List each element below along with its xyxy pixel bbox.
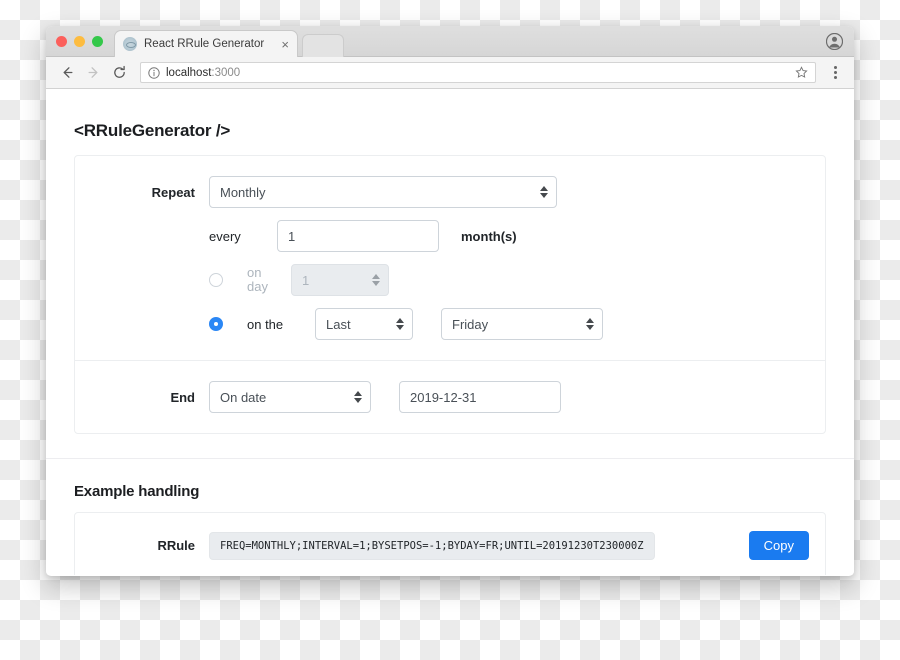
forward-arrow-icon [82, 62, 104, 84]
minimize-window-button[interactable] [74, 36, 85, 47]
site-info-icon[interactable] [148, 66, 160, 79]
address-bar[interactable]: localhost :3000 [140, 62, 816, 83]
repeat-label: Repeat [151, 184, 195, 200]
close-tab-icon[interactable]: × [279, 38, 291, 51]
on-the-position-value: Last [326, 316, 351, 332]
on-day-row: on day 1 [75, 258, 825, 302]
end-row: End On date 2019-12-31 [75, 375, 825, 419]
on-day-label-line1: on [247, 265, 262, 280]
on-the-radio[interactable] [209, 317, 223, 331]
profile-avatar-icon[interactable] [825, 32, 844, 51]
back-arrow-icon[interactable] [56, 62, 78, 84]
on-the-weekday-value: Friday [452, 316, 489, 332]
bookmark-star-icon[interactable] [795, 66, 808, 79]
end-label: End [170, 389, 195, 405]
on-day-label: on day [247, 266, 291, 294]
repeat-section: Repeat Monthly every 1 month(s) on day 1… [75, 156, 825, 360]
close-window-button[interactable] [56, 36, 67, 47]
end-date-input[interactable]: 2019-12-31 [399, 381, 561, 413]
page-viewport: <RRuleGenerator /> Repeat Monthly every … [46, 89, 854, 575]
three-dot-menu-icon[interactable] [826, 62, 844, 84]
repeat-row: Repeat Monthly [75, 170, 825, 214]
example-handling-card: RRule FREQ=MONTHLY;INTERVAL=1;BYSETPOS=-… [74, 512, 826, 575]
example-handling-title: Example handling [74, 483, 200, 500]
reload-icon[interactable] [108, 62, 130, 84]
on-day-label-line2: day [247, 279, 268, 294]
browser-tab-active[interactable]: React RRule Generator × [114, 30, 298, 57]
maximize-window-button[interactable] [92, 36, 103, 47]
copy-button[interactable]: Copy [748, 531, 809, 560]
new-tab-stub[interactable] [302, 34, 344, 57]
on-day-number-input: 1 [291, 264, 389, 296]
on-the-label: on the [247, 316, 284, 332]
interval-input[interactable]: 1 [277, 220, 439, 252]
repeat-frequency-value: Monthly [220, 184, 266, 200]
address-bar-path: :3000 [211, 66, 241, 79]
end-mode-select[interactable]: On date [209, 381, 371, 413]
browser-toolbar: localhost :3000 [46, 57, 854, 89]
end-mode-value: On date [220, 389, 267, 405]
interval-unit-label: month(s) [461, 228, 517, 244]
rrule-row: RRule FREQ=MONTHLY;INTERVAL=1;BYSETPOS=-… [75, 513, 825, 575]
tab-title: React RRule Generator [144, 38, 265, 50]
browser-tab-strip: React RRule Generator × [46, 26, 854, 57]
repeat-frequency-select[interactable]: Monthly [209, 176, 557, 208]
address-bar-host: localhost [166, 66, 212, 79]
every-label: every [209, 228, 241, 244]
on-the-weekday-select[interactable]: Friday [441, 308, 603, 340]
section-divider [46, 458, 854, 459]
every-row: every 1 month(s) [75, 214, 825, 258]
on-day-number-value: 1 [302, 272, 310, 288]
on-the-row: on the Last Friday [75, 302, 825, 346]
rrule-label: RRule [157, 538, 195, 553]
rrule-output-value[interactable]: FREQ=MONTHLY;INTERVAL=1;BYSETPOS=-1;BYDA… [209, 531, 655, 560]
browser-window: React RRule Generator × localhost:3000 … [46, 26, 854, 576]
interval-value: 1 [288, 228, 296, 244]
on-day-radio[interactable] [209, 273, 223, 287]
react-favicon-icon [123, 37, 137, 51]
page-title: <RRuleGenerator /> [74, 121, 231, 140]
window-controls [56, 36, 103, 47]
on-the-position-select[interactable]: Last [315, 308, 413, 340]
end-section: End On date 2019-12-31 [75, 360, 825, 433]
end-date-value: 2019-12-31 [410, 389, 477, 405]
rrule-generator-card: Repeat Monthly every 1 month(s) on day 1… [74, 155, 826, 434]
